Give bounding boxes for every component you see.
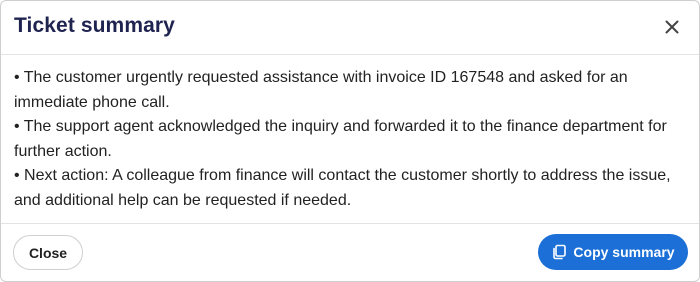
summary-body: • The customer urgently requested assist… xyxy=(14,66,690,213)
copy-icon xyxy=(551,244,567,260)
ticket-summary-dialog: Ticket summary • The customer urgently r… xyxy=(0,0,700,282)
close-button[interactable]: Close xyxy=(13,235,83,270)
close-icon[interactable] xyxy=(661,16,683,38)
summary-line: • Next action: A colleague from finance … xyxy=(14,167,671,209)
summary-line: • The support agent acknowledged the inq… xyxy=(14,118,667,160)
copy-summary-label: Copy summary xyxy=(573,244,675,260)
dialog-title: Ticket summary xyxy=(14,14,175,37)
summary-line: • The customer urgently requested assist… xyxy=(14,69,628,111)
dialog-header: Ticket summary xyxy=(1,1,699,55)
copy-summary-button[interactable]: Copy summary xyxy=(538,234,688,270)
dialog-footer: Close Copy summary xyxy=(1,223,699,282)
